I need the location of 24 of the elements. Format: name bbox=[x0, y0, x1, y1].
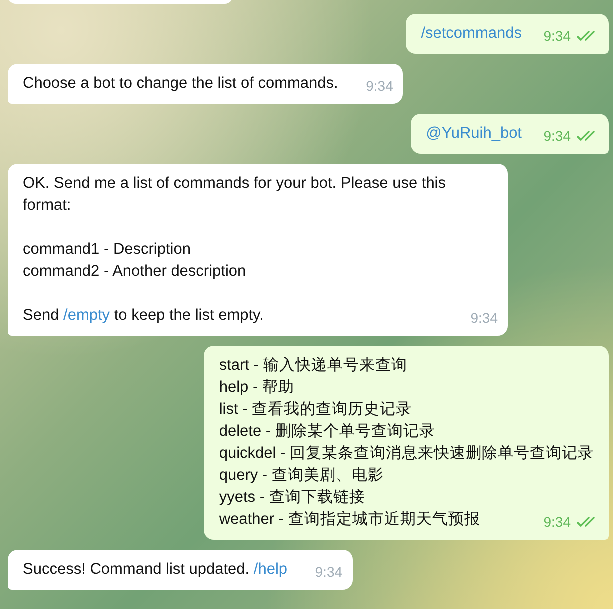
command-link[interactable]: /empty bbox=[64, 307, 110, 324]
message-time: 9:34 bbox=[544, 513, 571, 532]
message-text: quickdel - 回复某条查询消息来快速删除单号查询记录 bbox=[219, 445, 594, 462]
message-text: query - 查询美剧、电影 bbox=[219, 467, 384, 484]
message-text: command1 - Description bbox=[23, 241, 191, 258]
message-text: list - 查看我的查询历史记录 bbox=[219, 401, 412, 418]
message-text: Success! Command list updated. /help bbox=[23, 561, 288, 578]
message-text: yyets - 查询下载链接 bbox=[219, 489, 366, 506]
message-time: 9:34 bbox=[544, 127, 571, 146]
command-link[interactable]: /setcommands bbox=[421, 25, 522, 42]
message-text: Send /empty to keep the list empty. bbox=[23, 307, 264, 324]
message-text: start - 输入快递单号来查询 bbox=[219, 357, 408, 374]
message-text: weather - 查询指定城市近期天气预报 bbox=[219, 511, 480, 528]
message-text: OK. Send me a list of commands for your bot. Please use this format: bbox=[23, 175, 446, 214]
message-text: help - 帮助 bbox=[219, 379, 294, 396]
message-time: 9:34 bbox=[470, 309, 498, 328]
command-link[interactable]: @YuRuih_bot bbox=[426, 125, 522, 142]
message-time: 9:34 bbox=[315, 563, 343, 582]
message-time: 9:34 bbox=[544, 27, 571, 46]
message-text: command2 - Another description bbox=[23, 263, 246, 280]
message-time: 9:34 bbox=[366, 77, 394, 96]
message-text: delete - 删除某个单号查询记录 bbox=[219, 423, 436, 440]
command-link[interactable]: /help bbox=[254, 561, 288, 578]
message-text: Choose a bot to change the list of commands. bbox=[23, 75, 338, 92]
